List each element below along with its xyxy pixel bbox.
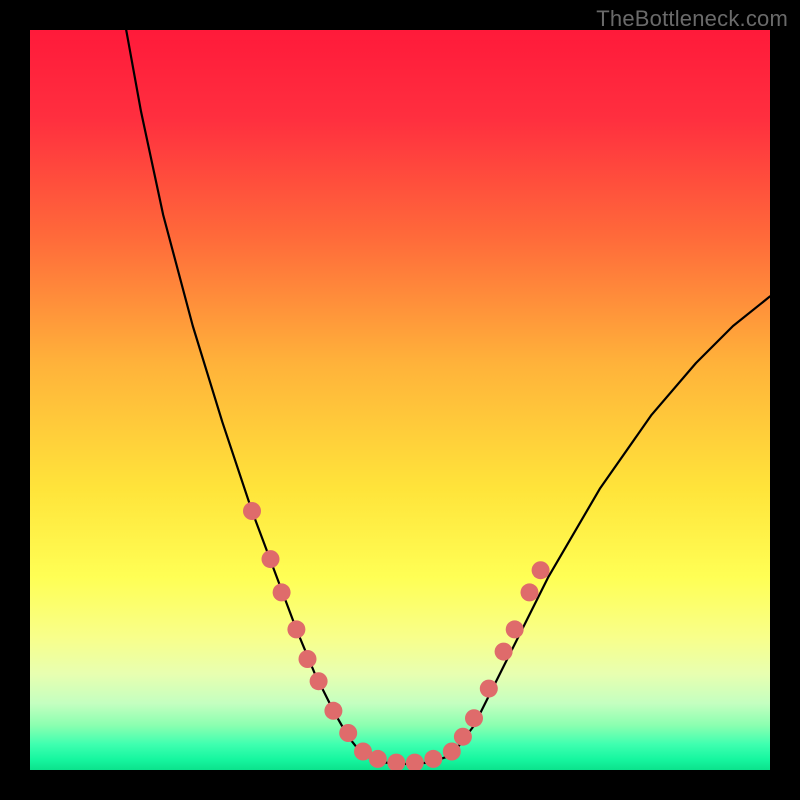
outer-frame: TheBottleneck.com [0,0,800,800]
plot-area [30,30,770,770]
curve-lines [126,30,770,764]
highlight-dots [243,502,550,770]
watermark-text: TheBottleneck.com [596,6,788,32]
curve-layer [30,30,770,770]
